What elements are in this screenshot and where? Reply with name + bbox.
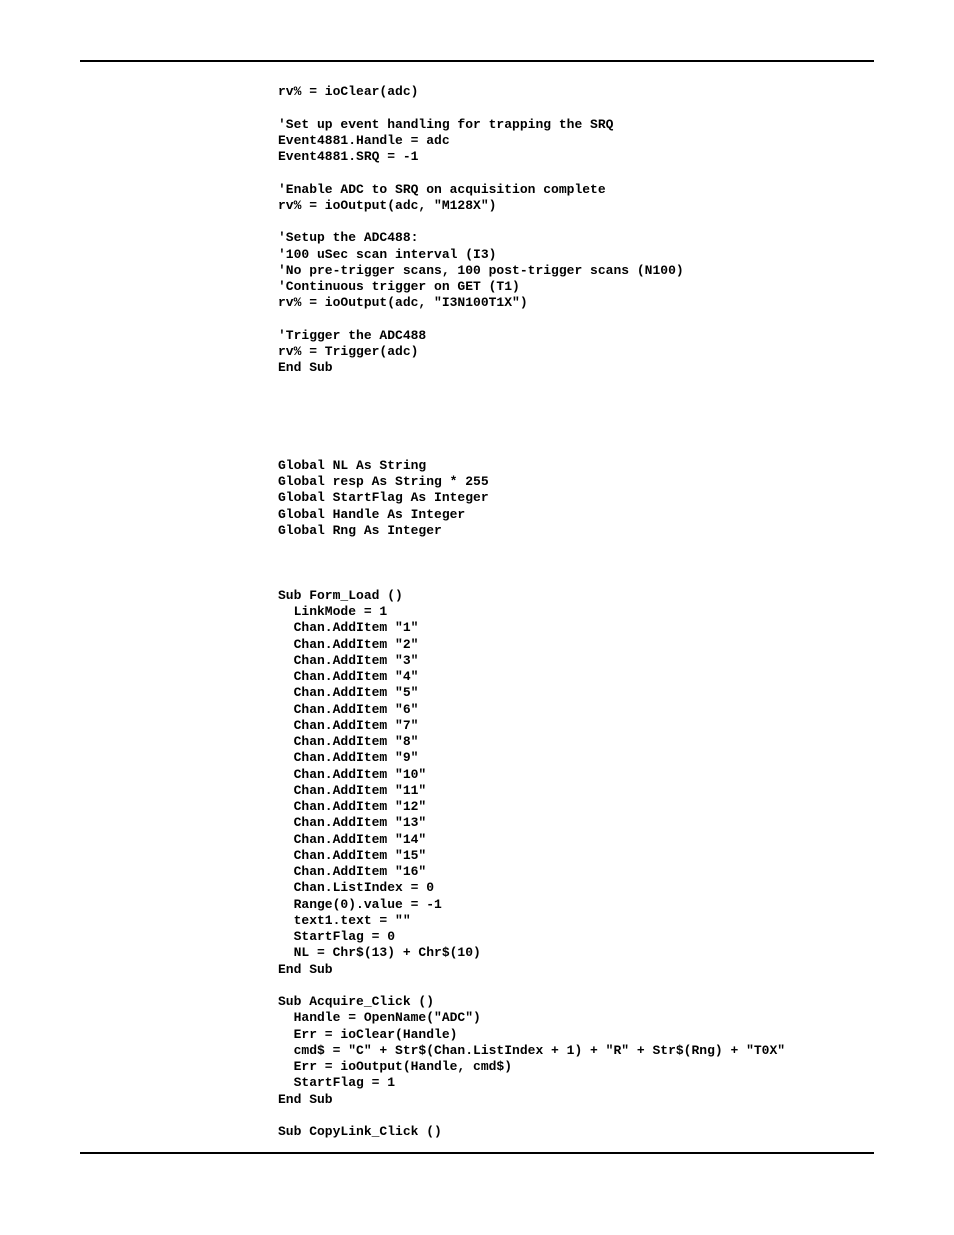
code-line [278, 539, 874, 555]
code-line: End Sub [278, 1092, 874, 1108]
code-line: 'No pre-trigger scans, 100 post-trigger … [278, 263, 874, 279]
code-line: StartFlag = 1 [278, 1075, 874, 1091]
code-line [278, 377, 874, 393]
code-line: Chan.AddItem "10" [278, 767, 874, 783]
code-line: Chan.AddItem "14" [278, 832, 874, 848]
bottom-horizontal-rule [80, 1152, 874, 1154]
code-line: text1.text = "" [278, 913, 874, 929]
code-line: NL = Chr$(13) + Chr$(10) [278, 945, 874, 961]
code-line: Chan.AddItem "6" [278, 702, 874, 718]
code-line: Chan.AddItem "1" [278, 620, 874, 636]
code-line: Global resp As String * 255 [278, 474, 874, 490]
code-line: Global Rng As Integer [278, 523, 874, 539]
code-line: Handle = OpenName("ADC") [278, 1010, 874, 1026]
document-page: rv% = ioClear(adc) 'Set up event handlin… [0, 0, 954, 1235]
code-line: rv% = ioOutput(adc, "M128X") [278, 198, 874, 214]
code-line: Chan.ListIndex = 0 [278, 880, 874, 896]
code-line [278, 409, 874, 425]
code-line: rv% = ioClear(adc) [278, 84, 874, 100]
code-line [278, 100, 874, 116]
code-line: Chan.AddItem "2" [278, 637, 874, 653]
code-line [278, 393, 874, 409]
code-line: Err = ioOutput(Handle, cmd$) [278, 1059, 874, 1075]
code-line [278, 442, 874, 458]
code-line: cmd$ = "C" + Str$(Chan.ListIndex + 1) + … [278, 1043, 874, 1059]
code-line: Chan.AddItem "13" [278, 815, 874, 831]
code-line: 'Trigger the ADC488 [278, 328, 874, 344]
code-line: LinkMode = 1 [278, 604, 874, 620]
code-line: Sub Form_Load () [278, 588, 874, 604]
code-line: End Sub [278, 360, 874, 376]
code-line: rv% = Trigger(adc) [278, 344, 874, 360]
code-line: Event4881.SRQ = -1 [278, 149, 874, 165]
code-line: StartFlag = 0 [278, 929, 874, 945]
code-line: Chan.AddItem "4" [278, 669, 874, 685]
code-line [278, 978, 874, 994]
code-line: 'Enable ADC to SRQ on acquisition comple… [278, 182, 874, 198]
code-line [278, 1108, 874, 1124]
code-line: Sub Acquire_Click () [278, 994, 874, 1010]
code-line: 'Set up event handling for trapping the … [278, 117, 874, 133]
code-line [278, 425, 874, 441]
code-line [278, 214, 874, 230]
code-line: Err = ioClear(Handle) [278, 1027, 874, 1043]
code-line: Range(0).value = -1 [278, 897, 874, 913]
code-line: Chan.AddItem "16" [278, 864, 874, 880]
code-line: Sub CopyLink_Click () [278, 1124, 874, 1140]
top-horizontal-rule [80, 60, 874, 62]
code-line: Chan.AddItem "8" [278, 734, 874, 750]
code-line: Chan.AddItem "7" [278, 718, 874, 734]
code-line: Chan.AddItem "15" [278, 848, 874, 864]
code-line: '100 uSec scan interval (I3) [278, 247, 874, 263]
code-line: Event4881.Handle = adc [278, 133, 874, 149]
code-line: End Sub [278, 962, 874, 978]
code-line: 'Continuous trigger on GET (T1) [278, 279, 874, 295]
code-line: Chan.AddItem "3" [278, 653, 874, 669]
code-line: Chan.AddItem "11" [278, 783, 874, 799]
code-line: 'Setup the ADC488: [278, 230, 874, 246]
code-line: Global Handle As Integer [278, 507, 874, 523]
code-line [278, 555, 874, 571]
code-line [278, 312, 874, 328]
code-line: Chan.AddItem "9" [278, 750, 874, 766]
code-line [278, 165, 874, 181]
code-line: Chan.AddItem "12" [278, 799, 874, 815]
code-line: rv% = ioOutput(adc, "I3N100T1X") [278, 295, 874, 311]
code-listing: rv% = ioClear(adc) 'Set up event handlin… [278, 84, 874, 1140]
code-line [278, 572, 874, 588]
code-line: Global NL As String [278, 458, 874, 474]
code-line: Global StartFlag As Integer [278, 490, 874, 506]
code-line: Chan.AddItem "5" [278, 685, 874, 701]
